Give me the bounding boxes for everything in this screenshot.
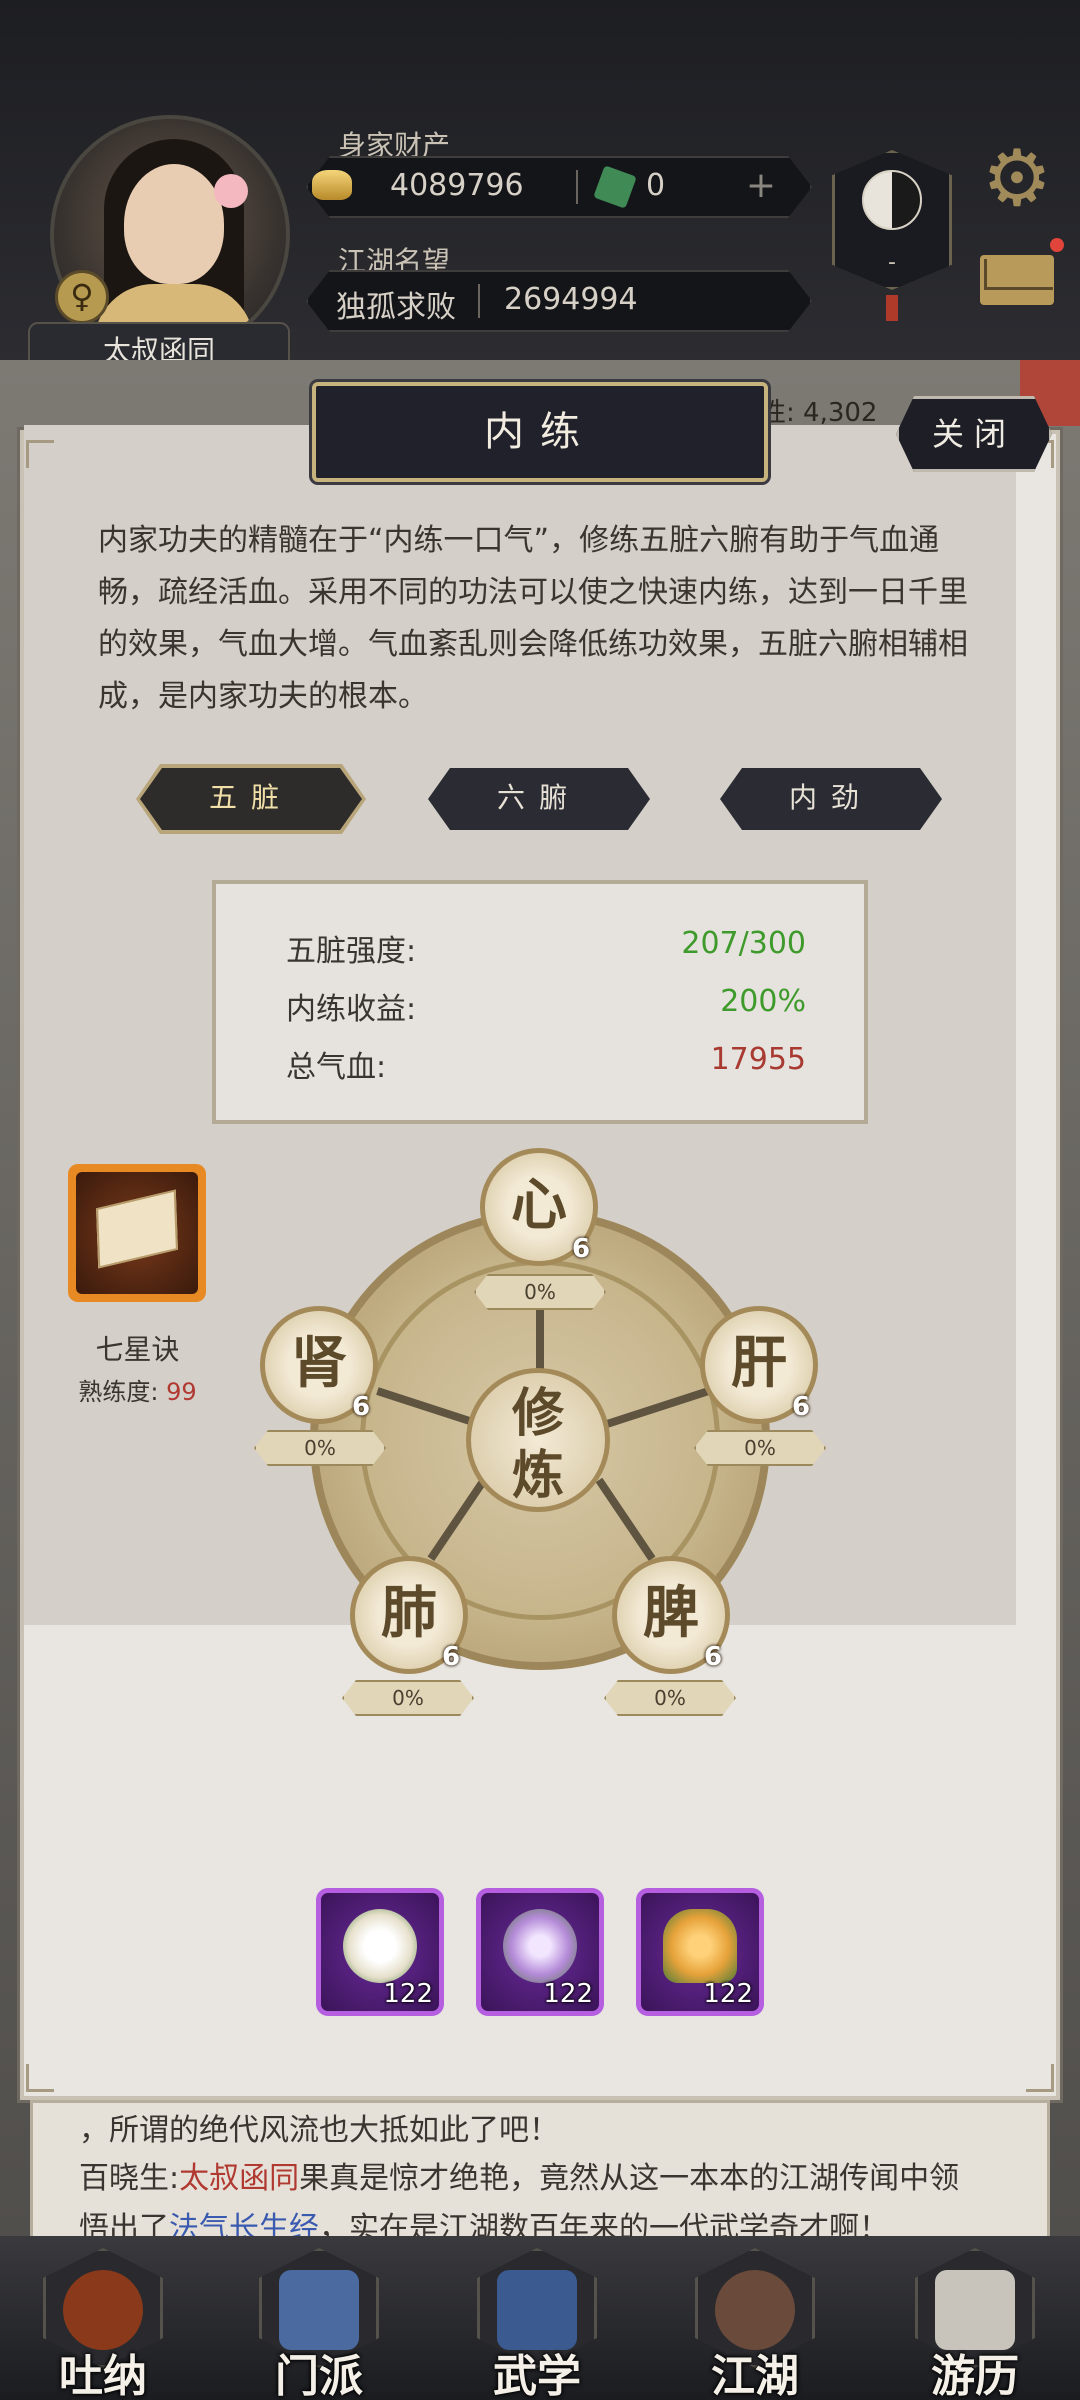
gourd-icon (63, 2270, 143, 2350)
stats-box: 五脏强度: 207/300 内练收益: 200% 总气血: 17955 (212, 880, 868, 1124)
description-text: 内家功夫的精髓在于“内练一口气”，修练五脏六腑有助于气血通畅，疏经活血。采用不同… (98, 523, 968, 714)
horse-icon (935, 2270, 1015, 2350)
scroll-book-icon (497, 2270, 577, 2350)
organ-level: 6 (792, 1392, 811, 1422)
dialog-title: 内练 (484, 409, 596, 455)
stat-value: 17955 (710, 1042, 806, 1077)
orange-flower-icon (663, 1909, 737, 1983)
purple-flower-icon (503, 1909, 577, 1983)
item-slot[interactable]: 122 (316, 1888, 444, 2016)
reputation-value: 2694994 (504, 282, 638, 317)
organ-level: 6 (704, 1642, 723, 1672)
proficiency-label: 熟练度: (78, 1378, 159, 1406)
nav-label: 门派 (275, 2351, 363, 2400)
stat-value: 207/300 (681, 926, 806, 961)
chat-text: 果真是惊才绝艳，竟然从这一本本的江湖传闻中领 (299, 2161, 960, 2196)
organ-progress: 0% (694, 1430, 826, 1466)
cultivate-label-2: 炼 (511, 1446, 564, 1506)
organ-progress: 0% (474, 1274, 606, 1310)
nav-travel[interactable]: 游历 (900, 2238, 1050, 2400)
nav-label: 江湖 (711, 2351, 799, 2400)
jade-value: 0 (646, 168, 666, 203)
chat-line: ，所谓的绝代风流也大抵如此了吧！ (79, 2113, 559, 2148)
stat-value: 200% (720, 984, 806, 1019)
stat-label: 五脏强度: (286, 934, 417, 969)
background-text: 性: 4,302 (760, 398, 878, 428)
banner-icon (279, 2270, 359, 2350)
notification-dot (1050, 238, 1064, 252)
organ-level: 6 (572, 1234, 591, 1264)
nav-label: 武学 (493, 2351, 581, 2400)
organ-level: 6 (352, 1392, 371, 1422)
nav-martial-arts[interactable]: 武学 (462, 2238, 612, 2400)
nav-label: 吐纳 (59, 2351, 147, 2400)
proficiency-value: 99 (166, 1378, 197, 1406)
nav-meditate[interactable]: 吐纳 (28, 2238, 178, 2400)
bar-divider (576, 170, 578, 204)
book-pages (96, 1189, 178, 1269)
technique-book-button[interactable] (68, 1164, 206, 1302)
book-icon (76, 1172, 198, 1294)
gold-value: 4089796 (390, 168, 524, 203)
tassel-decoration (886, 295, 898, 321)
avatar-face (124, 164, 224, 284)
nav-label: 游历 (931, 2351, 1019, 2400)
chat-speaker: 百晓生: (79, 2161, 180, 2196)
item-count: 122 (383, 1979, 433, 2009)
cultivate-button[interactable]: 修 炼 (466, 1368, 610, 1512)
chat-player-name: 太叔函同 (179, 2161, 300, 2196)
assets-bar (306, 156, 812, 218)
item-count: 122 (703, 1979, 753, 2009)
tab-five-organs[interactable]: 五脏 (140, 768, 362, 830)
corner-ornament (26, 2064, 54, 2092)
bar-divider (478, 284, 480, 318)
straw-hat-icon (715, 2270, 795, 2350)
item-count: 122 (543, 1979, 593, 2009)
technique-proficiency: 熟练度: 99 (55, 1372, 220, 1407)
technique-name: 七星诀 (95, 1333, 180, 1366)
close-button[interactable]: 关闭 (896, 396, 1052, 472)
organ-level: 6 (442, 1642, 461, 1672)
taiji-value: - (888, 250, 896, 275)
avatar-hair-flower (214, 174, 248, 208)
corner-ornament (26, 440, 54, 468)
organ-progress: 0% (342, 1680, 474, 1716)
white-flower-icon (343, 1909, 417, 1983)
taiji-icon (862, 170, 922, 230)
mail-icon[interactable] (980, 255, 1054, 305)
gold-ingot-icon (312, 170, 352, 200)
cultivate-label-1: 修 (511, 1384, 564, 1444)
nav-sect[interactable]: 门派 (244, 2238, 394, 2400)
item-slot[interactable]: 122 (636, 1888, 764, 2016)
tab-inner-power[interactable]: 内劲 (720, 768, 942, 830)
add-currency-button[interactable]: + (742, 168, 780, 206)
nav-jianghu[interactable]: 江湖 (680, 2238, 830, 2400)
tab-six-viscera[interactable]: 六腑 (428, 768, 650, 830)
organ-progress: 0% (254, 1430, 386, 1466)
reputation-title: 独孤求败 (336, 290, 456, 325)
female-gender-icon: ♀ (55, 270, 109, 324)
organ-progress: 0% (604, 1680, 736, 1716)
stat-label: 内练收益: (286, 992, 417, 1027)
item-slot[interactable]: 122 (476, 1888, 604, 2016)
chat-line: 百晓生:太叔函同果真是惊才绝艳，竟然从这一本本的江湖传闻中领 (79, 2153, 959, 2197)
corner-ornament (1026, 2064, 1054, 2092)
stat-label: 总气血: (286, 1050, 387, 1085)
gear-icon[interactable]: ⚙ (978, 140, 1056, 218)
